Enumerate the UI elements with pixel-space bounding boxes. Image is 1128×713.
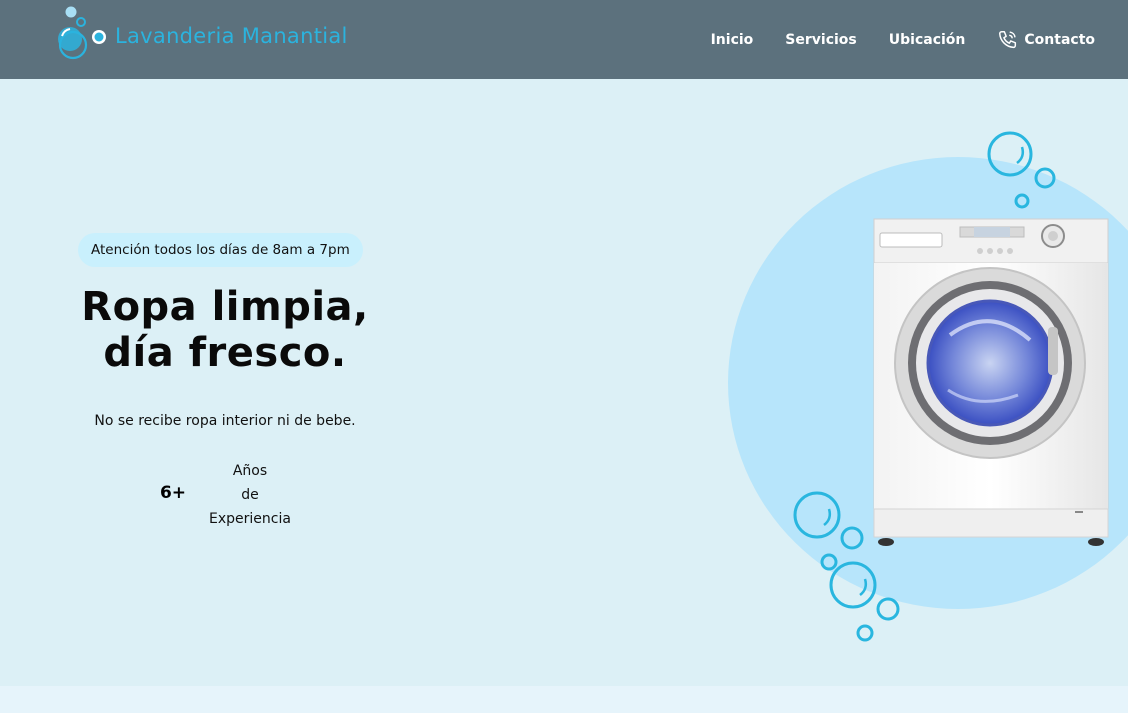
hero-section: Atención todos los días de 8am a 7pm Rop… [0,79,1128,686]
bubble [876,597,900,621]
bubble [987,131,1033,177]
bubble [1034,167,1056,189]
nav-contacto-label: Contacto [1024,31,1095,48]
hero-headline: Ropa limpia, día fresco. [40,284,410,376]
site-header: Lavanderia Manantial Inicio Servicios Ub… [0,0,1128,79]
bubble [793,491,841,539]
experience-years-value: 6+ [159,483,187,503]
bubbles-logo-icon [58,6,106,60]
brand-name: Lavanderia Manantial [115,24,348,48]
stat-label-line-1: Años [232,463,268,479]
headline-line-2: día fresco. [103,330,347,376]
washing-machine [873,218,1109,546]
stat-label-line-2: de [241,487,259,503]
brand-logo[interactable]: Lavanderia Manantial [42,2,382,68]
next-section [0,686,1128,713]
experience-years-label: Años de Experiencia [196,459,304,531]
headline-line-1: Ropa limpia, [81,284,369,330]
bubble [829,561,877,609]
nav-contacto[interactable]: Contacto [997,29,1095,51]
phone-icon [999,30,1017,48]
hours-badge: Atención todos los días de 8am a 7pm [78,233,363,267]
bubble [840,526,864,550]
nav-ubicacion[interactable]: Ubicación [889,32,966,48]
hero-notice: No se recibe ropa interior ni de bebe. [94,413,356,429]
bubble [1014,193,1030,209]
bubble [856,624,874,642]
stat-label-line-3: Experiencia [209,511,291,527]
nav-inicio[interactable]: Inicio [711,32,754,48]
bubble [820,553,838,571]
main-nav: Inicio Servicios Ubicación Contacto [711,0,1095,79]
nav-servicios[interactable]: Servicios [785,32,856,48]
